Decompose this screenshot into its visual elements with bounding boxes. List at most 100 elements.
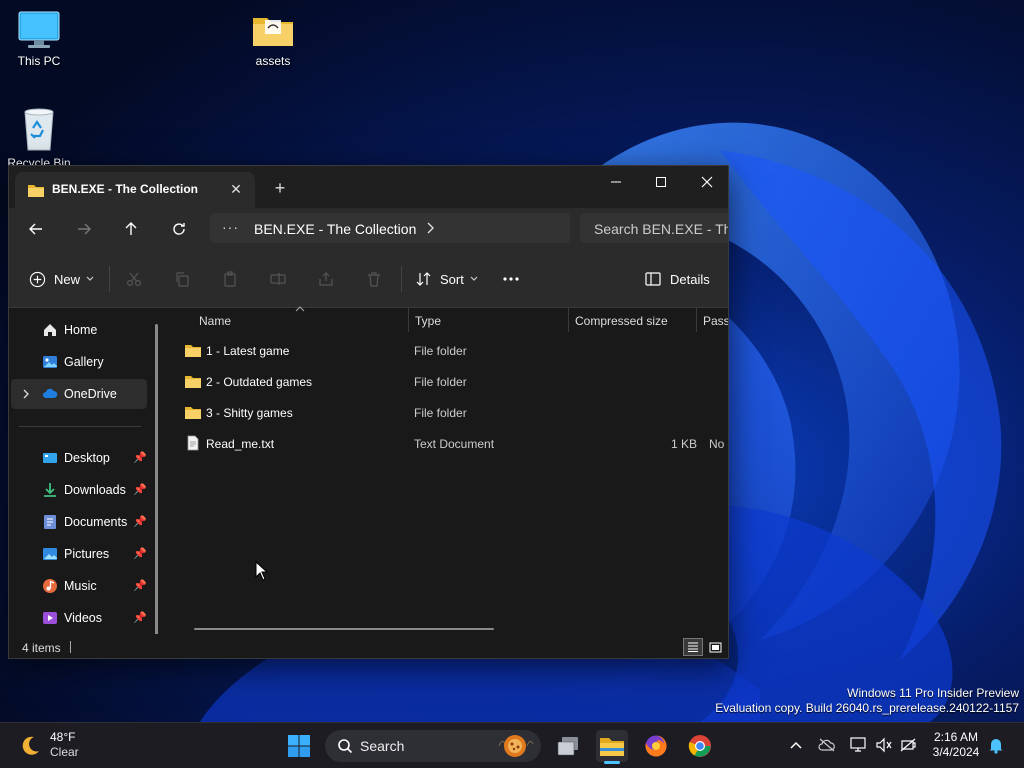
taskbar-clock[interactable]: 2:16 AM 3/4/2024 [930, 730, 982, 760]
breadcrumb[interactable]: ··· BEN.EXE - The Collection [210, 213, 570, 243]
desktop-icon-recycle-bin[interactable]: Recycle Bin [0, 106, 79, 170]
battery-tray-button[interactable] [899, 736, 917, 754]
close-tab-button[interactable]: ✕ [225, 178, 247, 200]
minimize-button[interactable] [593, 166, 639, 198]
moon-icon [22, 736, 39, 755]
sidebar-item-documents[interactable]: Documents 📌 [9, 507, 149, 537]
clipboard-icon [224, 271, 236, 287]
list-view-icon [688, 642, 698, 652]
chevron-up-icon [790, 741, 802, 749]
volume-tray-button[interactable] [875, 736, 893, 754]
pin-icon: 📌 [133, 548, 147, 560]
desktop-icon-label: This PC [17, 54, 61, 68]
sidebar-item-pictures[interactable]: Pictures 📌 [9, 539, 149, 569]
show-hidden-icons-button[interactable] [787, 736, 805, 754]
clock-time: 2:16 AM [933, 730, 979, 744]
new-button[interactable]: New [29, 268, 95, 290]
copy-button[interactable] [171, 268, 193, 290]
file-type: File folder [414, 375, 467, 389]
taskbar-search-box[interactable]: Search [325, 730, 541, 762]
pin-icon: 📌 [133, 484, 147, 496]
sidebar-item-label: Pictures [64, 547, 110, 561]
active-app-indicator [604, 761, 620, 764]
delete-button[interactable] [363, 268, 385, 290]
sidebar-item-home[interactable]: Home [9, 315, 149, 345]
file-type: File folder [414, 406, 467, 420]
sidebar-item-desktop[interactable]: Desktop 📌 [9, 443, 149, 473]
chevron-right-icon[interactable] [424, 220, 438, 236]
sidebar-item-videos[interactable]: Videos 📌 [9, 603, 149, 633]
back-button[interactable] [21, 216, 51, 242]
forward-button[interactable] [69, 216, 99, 242]
search-highlight-icon [498, 735, 534, 757]
onedrive-tray-button[interactable] [818, 736, 836, 754]
copy-icon [176, 272, 189, 287]
weather-condition: Clear [50, 745, 79, 759]
file-explorer-taskbar-button[interactable] [596, 730, 628, 762]
sidebar-scrollbar[interactable] [155, 324, 158, 636]
command-bar: New Sort Details [9, 250, 728, 308]
column-header-password[interactable]: Passw [703, 314, 728, 328]
toolbar-divider [109, 266, 110, 292]
up-button[interactable] [116, 216, 146, 242]
column-header-type[interactable]: Type [415, 314, 441, 328]
pin-icon: 📌 [133, 452, 147, 464]
desktop-icon-assets[interactable]: assets [233, 10, 313, 68]
more-options-button[interactable] [500, 268, 522, 290]
clock-date: 3/4/2024 [932, 745, 980, 759]
title-bar[interactable]: BEN.EXE - The Collection ✕ + [9, 166, 728, 208]
file-row[interactable]: 2 - Outdated games File folder [185, 367, 728, 397]
file-row[interactable]: 3 - Shitty games File folder [185, 398, 728, 428]
chrome-icon [688, 735, 711, 757]
sidebar-item-label: Gallery [64, 355, 104, 369]
column-header-compressed-size[interactable]: Compressed size [575, 314, 668, 328]
file-row[interactable]: 1 - Latest game File folder [185, 336, 728, 366]
close-window-button[interactable] [684, 166, 728, 198]
close-icon [701, 176, 713, 188]
file-name: Read_me.txt [206, 437, 275, 451]
details-view-button[interactable] [683, 638, 703, 656]
recycle-bin-icon [24, 108, 54, 151]
status-divider [70, 641, 71, 653]
item-count: 4 items [22, 641, 61, 655]
task-view-button[interactable] [552, 730, 584, 762]
more-crumbs-icon[interactable]: ··· [222, 219, 239, 235]
horizontal-scrollbar[interactable] [194, 628, 494, 630]
search-input[interactable]: Search BEN.EXE - The Collection [580, 213, 728, 243]
notifications-button[interactable] [987, 736, 1005, 754]
sidebar-item-music[interactable]: Music 📌 [9, 571, 149, 601]
paste-button[interactable] [219, 268, 241, 290]
chrome-button[interactable] [684, 730, 716, 762]
sort-button[interactable]: Sort [416, 268, 479, 290]
column-divider[interactable] [568, 308, 569, 332]
breadcrumb-current[interactable]: BEN.EXE - The Collection [254, 221, 416, 237]
network-tray-button[interactable] [850, 736, 868, 754]
bell-icon [989, 739, 1003, 754]
weather-temp: 48°F [50, 730, 76, 744]
firefox-button[interactable] [640, 730, 672, 762]
cut-button[interactable] [123, 268, 145, 290]
tab-ben-exe[interactable]: BEN.EXE - The Collection ✕ [15, 172, 255, 208]
tiles-view-button[interactable] [705, 638, 725, 656]
details-button[interactable]: Details [645, 268, 710, 290]
maximize-button[interactable] [638, 166, 684, 198]
start-button[interactable] [283, 730, 315, 762]
chevron-right-icon[interactable] [21, 388, 31, 400]
column-header-name[interactable]: Name [199, 314, 231, 328]
details-label: Details [670, 271, 710, 287]
rename-button[interactable] [267, 268, 289, 290]
sidebar-item-gallery[interactable]: Gallery [9, 347, 149, 377]
sidebar-item-onedrive[interactable]: OneDrive [11, 379, 147, 409]
column-divider[interactable] [408, 308, 409, 332]
column-divider[interactable] [696, 308, 697, 332]
desktop-icon-this-pc[interactable]: This PC [0, 10, 79, 68]
sidebar-item-downloads[interactable]: Downloads 📌 [9, 475, 149, 505]
tiles-view-icon [709, 642, 721, 652]
folder-icon [253, 18, 293, 46]
refresh-button[interactable] [164, 216, 194, 242]
sort-ascending-icon [295, 306, 305, 312]
new-tab-button[interactable]: + [269, 177, 291, 199]
file-row[interactable]: Read_me.txt Text Document 1 KB No [185, 429, 728, 459]
maximize-icon [656, 177, 666, 187]
share-button[interactable] [315, 268, 337, 290]
